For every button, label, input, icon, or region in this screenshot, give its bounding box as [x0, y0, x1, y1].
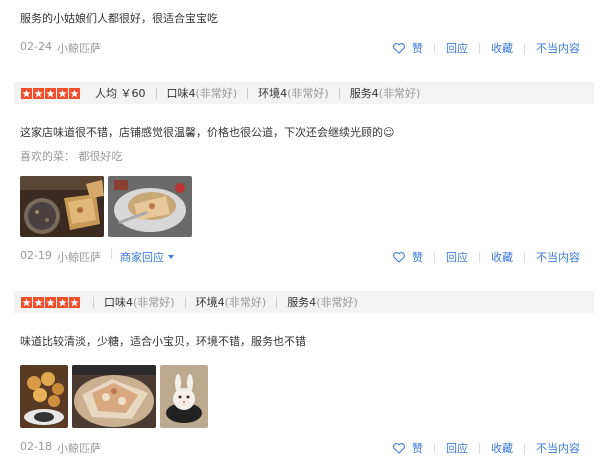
pizza-photo-image	[72, 365, 156, 428]
review-1-date: 02-24	[20, 40, 52, 53]
star-icon	[45, 296, 56, 308]
star-rating	[21, 87, 81, 99]
env-label: 环境4	[258, 87, 288, 100]
like-button[interactable]: 赞	[393, 440, 423, 456]
review-photo[interactable]	[160, 365, 208, 428]
taste-note: (非常好)	[195, 87, 238, 100]
review-3-text: 味道比较清淡，少糖，适合小宝贝，环境不错，服务也不错	[20, 335, 306, 348]
review-3-actions: 赞 回应 收藏 不当内容	[393, 440, 580, 456]
reply-button[interactable]: 回应	[446, 40, 468, 56]
action-divider	[479, 251, 480, 263]
service-note: (非常好)	[378, 87, 421, 100]
review-2-rating-bar: 人均 ￥60 口味4(非常好) 环境4(非常好) 服务4(非常好)	[14, 82, 594, 104]
merchant-reply-toggle[interactable]: 商家回应	[120, 249, 174, 265]
favorite-button[interactable]: 收藏	[491, 40, 513, 56]
reply-button[interactable]: 回应	[446, 249, 468, 265]
like-label: 赞	[412, 42, 423, 55]
action-divider	[524, 42, 525, 54]
star-icon	[57, 87, 68, 99]
taste-score: 口味4(非常好)	[104, 294, 175, 310]
star-icon	[69, 87, 80, 99]
taste-label: 口味4	[166, 87, 196, 100]
review-photo[interactable]	[108, 176, 192, 237]
like-button[interactable]: 赞	[393, 40, 423, 56]
service-score: 服务4(非常好)	[287, 294, 358, 310]
heart-icon	[393, 251, 405, 263]
env-score: 环境4(非常好)	[196, 294, 267, 310]
star-icon	[21, 87, 32, 99]
review-2-user[interactable]: 小鲸匹萨	[57, 249, 101, 265]
like-label: 赞	[412, 251, 423, 264]
star-icon	[33, 87, 44, 99]
service-label: 服务4	[287, 296, 317, 309]
star-icon	[57, 296, 68, 308]
merchant-reply-label: 商家回应	[120, 251, 164, 264]
service-label: 服务4	[349, 87, 379, 100]
review-2-text: 这家店味道很不错，店铺感觉很温馨，价格也很公道，下次还会继续光顾的☺	[20, 126, 395, 139]
action-divider	[434, 251, 435, 263]
star-icon	[45, 87, 56, 99]
report-button[interactable]: 不当内容	[536, 440, 580, 456]
env-note: (非常好)	[224, 296, 267, 309]
per-capita: 人均 ￥60	[95, 87, 146, 100]
action-divider	[479, 42, 480, 54]
rating-divider	[338, 87, 340, 99]
liked-dishes: 喜欢的菜： 都很好吃	[20, 150, 123, 163]
star-rating	[21, 296, 81, 308]
pizza-photo-image	[20, 176, 104, 237]
review-2-actions: 赞 回应 收藏 不当内容	[393, 249, 580, 265]
snack-photo-image	[20, 365, 68, 428]
review-1-user[interactable]: 小鲸匹萨	[57, 40, 101, 56]
service-score: 服务4(非常好)	[350, 85, 421, 101]
rating-divider	[247, 87, 249, 99]
action-divider	[524, 251, 525, 263]
action-divider	[434, 442, 435, 454]
star-icon	[69, 296, 80, 308]
report-button[interactable]: 不当内容	[536, 249, 580, 265]
taste-score: 口味4(非常好)	[167, 85, 238, 101]
review-photo[interactable]	[72, 365, 156, 428]
review-3-user[interactable]: 小鲸匹萨	[57, 440, 101, 456]
env-label: 环境4	[195, 296, 225, 309]
rating-divider	[184, 296, 186, 308]
review-photo[interactable]	[20, 176, 104, 237]
reply-button[interactable]: 回应	[446, 440, 468, 456]
review-1-actions: 赞 回应 收藏 不当内容	[393, 40, 580, 56]
rating-divider	[155, 87, 157, 99]
review-3-date: 02-18	[20, 440, 52, 453]
env-score: 环境4(非常好)	[258, 85, 329, 101]
action-divider	[524, 442, 525, 454]
env-note: (非常好)	[287, 87, 329, 100]
heart-icon	[393, 442, 405, 454]
like-button[interactable]: 赞	[393, 249, 423, 265]
star-icon	[21, 296, 32, 308]
review-3-rating-bar: 口味4(非常好) 环境4(非常好) 服务4(非常好)	[14, 291, 594, 313]
review-2-date: 02-19	[20, 249, 52, 262]
service-note: (非常好)	[316, 296, 358, 309]
rating-divider	[276, 296, 278, 308]
review-photo[interactable]	[20, 365, 68, 428]
favorite-button[interactable]: 收藏	[491, 440, 513, 456]
report-button[interactable]: 不当内容	[536, 40, 580, 56]
pizza-photo-image	[108, 176, 192, 237]
bunny-dessert-photo-image	[160, 365, 208, 428]
taste-note: (非常好)	[133, 296, 175, 309]
action-divider	[479, 442, 480, 454]
taste-label: 口味4	[104, 296, 133, 309]
action-divider	[434, 42, 435, 54]
rating-divider	[93, 296, 94, 308]
caret-down-icon	[168, 255, 174, 259]
review-1-text: 服务的小姑娘们人都很好，很适合宝宝吃	[20, 12, 218, 25]
like-label: 赞	[412, 442, 423, 455]
meta-divider	[111, 248, 112, 259]
star-icon	[33, 296, 44, 308]
heart-icon	[393, 42, 405, 54]
favorite-button[interactable]: 收藏	[491, 249, 513, 265]
